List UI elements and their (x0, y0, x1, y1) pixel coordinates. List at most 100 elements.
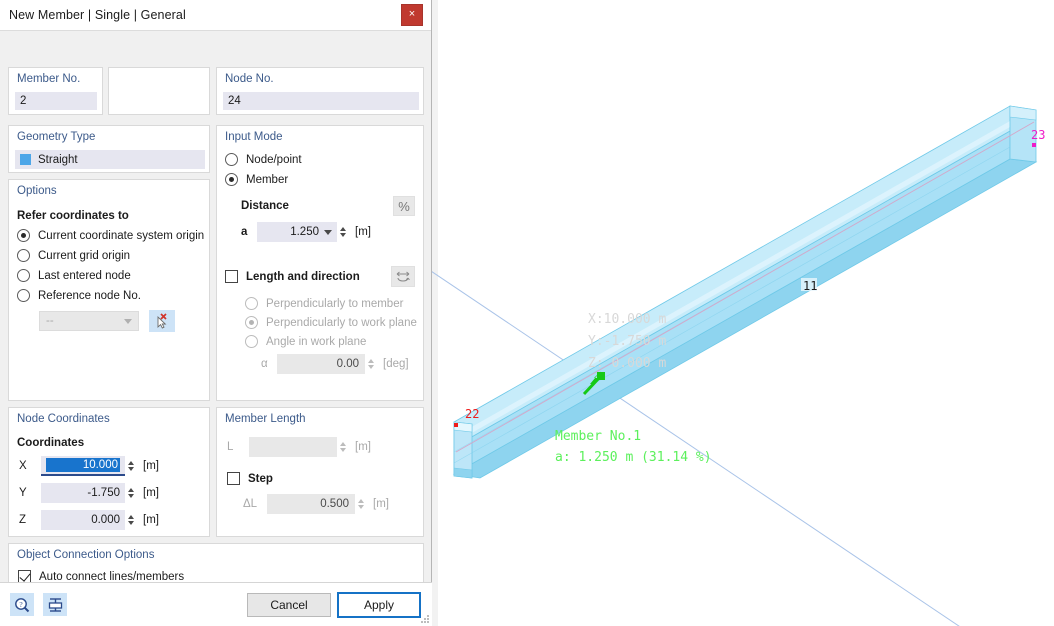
member-no-title: Member No. (9, 68, 102, 85)
apply-button[interactable]: Apply (337, 592, 421, 618)
option-radio-reference-node[interactable]: Reference node No. (17, 289, 209, 302)
coordinate-stepper-y[interactable] (125, 483, 136, 503)
radio-indicator (225, 153, 238, 166)
distance-unit: [m] (355, 226, 371, 238)
coordinate-axis-label: Y (19, 487, 41, 499)
help-button[interactable]: ? (10, 593, 34, 616)
direction-label: Perpendicularly to member (266, 298, 403, 310)
radio-indicator (245, 297, 258, 310)
length-direction-checkbox[interactable]: Length and direction (225, 270, 360, 283)
step-label: Step (248, 473, 273, 485)
coordinate-input-x[interactable]: 10.000 (41, 456, 125, 476)
direction-radio-angle-work-plane[interactable]: Angle in work plane (245, 335, 423, 348)
coordinate-row-y: Y -1.750 [m] (19, 483, 209, 503)
distance-value: 1.250 (262, 226, 324, 238)
straight-swatch-icon (20, 154, 31, 165)
node-no-field[interactable]: 24 (223, 92, 419, 110)
model-viewport[interactable]: 22 23 11 X:10.000 m Y:-1.750 m Z: 0.000 … (432, 0, 1054, 626)
cursor-coordinate-x: X:10.000 m (588, 312, 666, 327)
coordinate-value-y: -1.750 (46, 487, 120, 499)
chevron-down-icon[interactable] (324, 230, 332, 235)
coordinate-unit-z: [m] (143, 514, 159, 526)
close-button[interactable]: × (401, 4, 423, 26)
angle-row: α 0.00 [deg] (261, 354, 423, 374)
coordinate-row-z: Z 0.000 [m] (19, 510, 209, 530)
length-symbol: L (227, 441, 249, 453)
coordinate-input-y[interactable]: -1.750 (41, 483, 125, 503)
step-stepper[interactable] (355, 494, 366, 514)
pick-node-button[interactable] (149, 310, 175, 332)
coordinate-stepper-z[interactable] (125, 510, 136, 530)
member-no-field[interactable]: 2 (15, 92, 97, 110)
reference-node-dropdown[interactable]: -- (39, 311, 139, 331)
angle-stepper[interactable] (365, 354, 376, 374)
coordinate-unit-x: [m] (143, 460, 159, 472)
coordinate-input-z[interactable]: 0.000 (41, 510, 125, 530)
geometry-type-title: Geometry Type (9, 126, 209, 143)
length-unit: [m] (355, 441, 371, 453)
radio-indicator (245, 335, 258, 348)
viewport-annotation-line2: a: 1.250 m (31.14 %) (555, 450, 712, 465)
coordinate-value-x: 10.000 (46, 458, 120, 472)
geometry-type-select[interactable]: Straight (15, 150, 205, 169)
node-22-marker (454, 423, 458, 427)
reference-node-row: -- (39, 310, 209, 332)
cursor-pick-icon (153, 313, 171, 329)
cursor-coordinate-y: Y:-1.750 m (588, 334, 666, 349)
step-input[interactable]: 0.500 (267, 494, 355, 514)
member-axis-line (456, 122, 1034, 452)
geometry-type-value: Straight (38, 154, 78, 166)
direction-radio-perpendicular-work-plane[interactable]: Perpendicularly to work plane (245, 316, 423, 329)
option-radio-current-cs-origin[interactable]: Current coordinate system origin (17, 229, 209, 242)
radio-indicator (17, 229, 30, 242)
member-length-row: L [m] (227, 437, 423, 457)
option-radio-current-grid-origin[interactable]: Current grid origin (17, 249, 209, 262)
reference-node-value: -- (46, 315, 54, 327)
distance-stepper[interactable] (337, 222, 348, 242)
swap-direction-button[interactable] (391, 266, 415, 287)
object-connection-title: Object Connection Options (9, 544, 423, 561)
step-value: 0.500 (273, 498, 349, 510)
angle-value: 0.00 (283, 358, 359, 370)
application-window: 22 23 11 X:10.000 m Y:-1.750 m Z: 0.000 … (0, 0, 1054, 626)
chevron-down-icon (124, 319, 132, 324)
coordinate-unit-y: [m] (143, 487, 159, 499)
coordinate-stepper-x[interactable] (125, 456, 136, 476)
snap-settings-button[interactable] (43, 593, 67, 616)
radio-indicator (17, 249, 30, 262)
new-member-dialog: New Member | Single | General × Member N… (0, 0, 432, 626)
length-direction-row: Length and direction (225, 266, 415, 287)
dialog-body: Member No. 2 Node No. 24 Geometry Type S… (0, 31, 431, 37)
distance-header-row: Distance % (241, 196, 415, 216)
input-mode-label: Member (246, 174, 288, 186)
radio-indicator (245, 316, 258, 329)
angle-input[interactable]: 0.00 (277, 354, 365, 374)
input-mode-radio-member[interactable]: Member (225, 173, 423, 186)
radio-indicator (17, 289, 30, 302)
beam-geometry (454, 106, 1036, 478)
input-mode-radio-node-point[interactable]: Node/point (225, 153, 423, 166)
option-label: Current grid origin (38, 250, 130, 262)
option-radio-last-entered-node[interactable]: Last entered node (17, 269, 209, 282)
step-value-row: ΔL 0.500 [m] (243, 494, 423, 514)
direction-radio-perpendicular-member[interactable]: Perpendicularly to member (245, 297, 423, 310)
member-length-stepper[interactable] (337, 437, 348, 457)
input-mode-group: Input Mode Node/point Member Distance % (216, 125, 424, 401)
length-direction-icon (395, 270, 411, 284)
distance-input[interactable]: 1.250 (257, 222, 337, 242)
distance-value-row: a 1.250 [m] (241, 222, 423, 242)
step-unit: [m] (373, 498, 389, 510)
member-label: 11 (803, 279, 817, 293)
member-no-secondary-group (108, 67, 210, 115)
checkbox-indicator (225, 270, 238, 283)
dialog-title: New Member | Single | General (0, 8, 186, 22)
length-direction-label: Length and direction (246, 271, 360, 283)
percent-toggle-button[interactable]: % (393, 196, 415, 216)
resize-grip-icon[interactable] (420, 614, 430, 624)
coordinate-row-x: X 10.000 [m] (19, 456, 209, 476)
percent-icon: % (398, 199, 410, 214)
step-checkbox[interactable]: Step (227, 472, 423, 485)
options-group: Options Refer coordinates to Current coo… (8, 179, 210, 401)
cancel-button[interactable]: Cancel (247, 593, 331, 617)
member-length-input[interactable] (249, 437, 337, 457)
